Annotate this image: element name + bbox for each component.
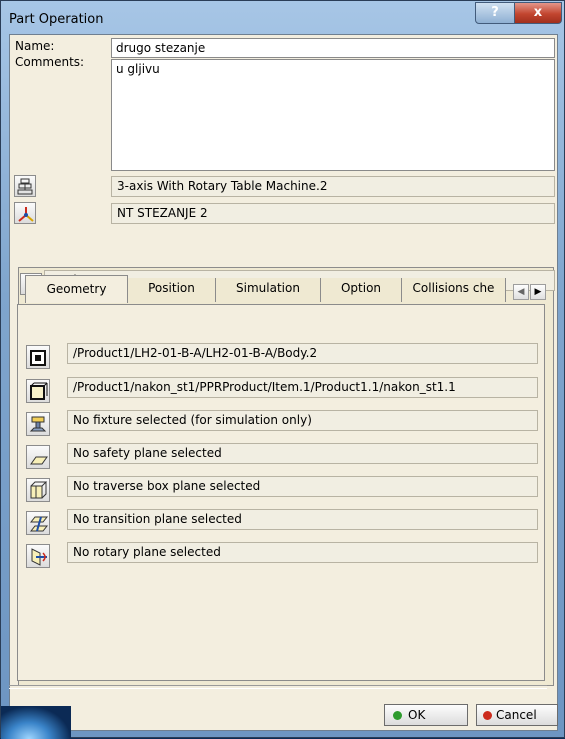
tab-geometry[interactable]: Geometry	[25, 275, 128, 303]
cancel-label: Cancel	[496, 708, 537, 722]
traverse-box-button[interactable]	[26, 478, 50, 502]
close-button[interactable]: x	[514, 2, 562, 24]
part-button[interactable]	[26, 345, 50, 369]
traverse-box-value: No traverse box plane selected	[67, 476, 538, 497]
fixture-button[interactable]	[26, 412, 50, 436]
tab-scroll-arrows: ◀ ▶	[513, 284, 547, 300]
geometry-row-rotary: No rotary plane selected	[18, 539, 546, 569]
machine-value: 3-axis With Rotary Table Machine.2	[111, 176, 555, 197]
part-value: /Product1/LH2-01-B-A/LH2-01-B-A/Body.2	[67, 343, 538, 364]
name-label: Name:	[15, 39, 55, 53]
safety-plane-button[interactable]	[26, 445, 50, 469]
ok-button[interactable]: OK	[384, 704, 468, 726]
window-title: Part Operation	[9, 12, 104, 27]
stock-value: /Product1/nakon_st1/PPRProduct/Item.1/Pr…	[67, 377, 538, 398]
transition-plane-value: No transition plane selected	[67, 509, 538, 530]
comments-label: Comments:	[15, 55, 85, 69]
comments-field[interactable]: u gljivu	[111, 59, 555, 171]
rotary-plane-button[interactable]	[26, 544, 50, 568]
fixture-icon	[29, 416, 47, 432]
geometry-row-stock: /Product1/nakon_st1/PPRProduct/Item.1/Pr…	[18, 374, 546, 404]
tab-simulation[interactable]: Simulation	[216, 278, 321, 302]
tab-position[interactable]: Position	[128, 278, 216, 302]
reference-point-button[interactable]	[14, 202, 36, 224]
part-body-icon	[30, 350, 46, 366]
help-button[interactable]: ?	[475, 2, 515, 24]
tab-collisions[interactable]: Collisions che	[402, 278, 506, 302]
separator	[9, 685, 547, 689]
transition-plane-icon	[29, 516, 49, 532]
stock-box-icon	[30, 382, 48, 400]
safety-plane-icon	[30, 456, 48, 465]
rotary-plane-icon	[31, 548, 47, 566]
cancel-icon	[483, 711, 492, 720]
machine-button[interactable]	[14, 175, 36, 197]
transition-plane-button[interactable]	[26, 511, 50, 535]
machine-icon	[17, 178, 33, 195]
stock-button[interactable]	[26, 379, 50, 403]
safety-plane-value: No safety plane selected	[67, 443, 538, 464]
desktop-orb-corner	[1, 706, 71, 739]
traverse-box-icon	[30, 481, 48, 499]
ok-label: OK	[408, 708, 426, 722]
ok-icon	[393, 711, 402, 720]
fixture-value: No fixture selected (for simulation only…	[67, 410, 538, 431]
title-bar[interactable]: Part Operation ? x	[1, 1, 564, 34]
geometry-row-safety: No safety plane selected	[18, 440, 546, 470]
geometry-row-transition: No transition plane selected	[18, 506, 546, 536]
tab-scroll-right-button[interactable]: ▶	[530, 284, 546, 300]
geometry-panel: /Product1/LH2-01-B-A/LH2-01-B-A/Body.2 /…	[17, 304, 545, 681]
axis-system-icon	[18, 207, 34, 222]
geometry-row-traverse: No traverse box plane selected	[18, 473, 546, 503]
rotary-plane-value: No rotary plane selected	[67, 542, 538, 563]
tab-option[interactable]: Option	[321, 278, 402, 302]
name-field[interactable]: drugo stezanje	[111, 38, 555, 58]
geometry-row-part: /Product1/LH2-01-B-A/LH2-01-B-A/Body.2	[18, 340, 546, 370]
geometry-row-fixture: No fixture selected (for simulation only…	[18, 407, 546, 437]
part-operation-window: Part Operation ? x Name: drugo stezanje …	[0, 0, 565, 739]
cancel-button[interactable]: Cancel	[476, 704, 558, 726]
reference-value: NT STEZANJE 2	[111, 203, 555, 224]
tab-scroll-left-button[interactable]: ◀	[513, 284, 529, 300]
